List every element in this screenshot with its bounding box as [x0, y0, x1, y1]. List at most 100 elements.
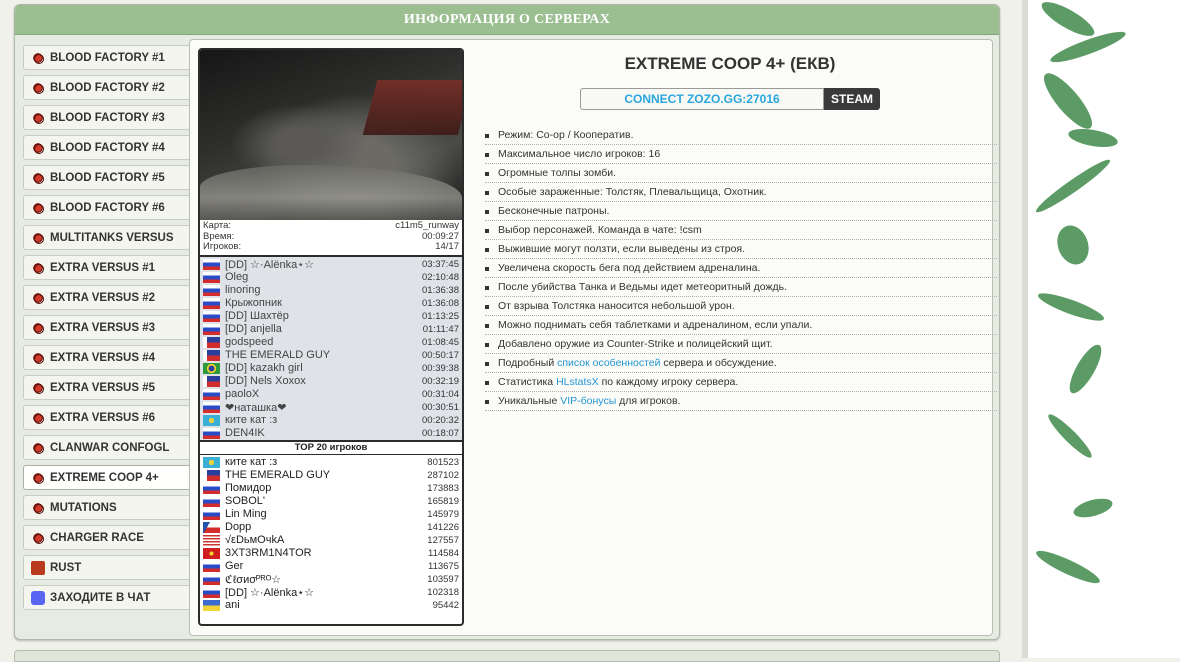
- flag-ru-icon: [203, 427, 220, 439]
- sidebar-item[interactable]: CHARGER RACE: [23, 525, 193, 550]
- hazard-icon: [31, 290, 45, 305]
- player-row: DEN4IK 00:18:07: [200, 427, 462, 440]
- flag-ru-icon: [203, 310, 220, 322]
- hazard-icon: [31, 50, 45, 65]
- player-time: 00:32:19: [422, 375, 459, 387]
- feature-item: Максимальное число игроков: 16: [485, 146, 997, 164]
- player-row: paoloX 00:31:04: [200, 388, 462, 401]
- sidebar-item[interactable]: BLOOD FACTORY #1: [23, 45, 193, 70]
- hazard-icon: [31, 530, 45, 545]
- hazard-icon: [31, 440, 45, 455]
- player-score: 113675: [428, 560, 459, 572]
- flag-ru-icon: [203, 258, 220, 270]
- feature-item: Выбор персонажей. Команда в чате: !csm: [485, 222, 997, 240]
- sidebar-item-label: EXTRA VERSUS #5: [50, 381, 156, 394]
- player-row: THE EMERALD GUY 287102: [200, 469, 462, 482]
- hazard-icon: [31, 230, 45, 245]
- player-row: [DD] ☆·Alёnka⋆☆ 102318: [200, 586, 462, 599]
- sidebar-item[interactable]: EXTREME COOP 4+: [23, 465, 193, 490]
- player-name: ℭℓσиσᴾᴿᴼ☆: [225, 573, 282, 586]
- sidebar-item[interactable]: BLOOD FACTORY #4: [23, 135, 193, 160]
- flag-ph-icon: [203, 375, 220, 387]
- player-name: Крыжопник: [225, 297, 282, 309]
- players-label: Игроков:: [203, 241, 242, 252]
- connect-box: CONNECT ZOZO.GG:27016 STEAM: [475, 88, 985, 110]
- steam-connect-button[interactable]: STEAM: [824, 88, 880, 110]
- player-time: 01:13:25: [422, 310, 459, 322]
- map-value: c11m5_runway: [395, 220, 459, 231]
- top-players-list: ките кат :з 801523 THE EMERALD GUY 287102 По…: [200, 454, 462, 612]
- sidebar-item-label: BLOOD FACTORY #6: [50, 201, 165, 214]
- sidebar-item-label: EXTREME COOP 4+: [50, 471, 159, 484]
- sidebar-item[interactable]: BLOOD FACTORY #3: [23, 105, 193, 130]
- player-row: Dopp 141226: [200, 521, 462, 534]
- sidebar-item[interactable]: RUST: [23, 555, 193, 580]
- flag-us-icon: [203, 534, 220, 546]
- features-list-link[interactable]: список особенностей: [557, 357, 660, 369]
- player-row: ките кат :з 00:20:32: [200, 414, 462, 427]
- player-name: Ger: [225, 560, 244, 572]
- player-name: ките кат :з: [225, 414, 278, 426]
- sidebar-item[interactable]: EXTRA VERSUS #4: [23, 345, 193, 370]
- sidebar-item[interactable]: CLANWAR CONFOGL: [23, 435, 193, 460]
- player-row: Oleg 02:10:48: [200, 271, 462, 284]
- flag-ru-icon: [203, 573, 220, 585]
- player-time: 01:08:45: [422, 336, 459, 348]
- feature-text: сервера и обсуждение.: [663, 357, 777, 369]
- sidebar-item-label: CLANWAR CONFOGL: [50, 441, 170, 454]
- player-time: 00:20:32: [422, 414, 459, 426]
- player-row: ani 95442: [200, 599, 462, 612]
- server-detail-panel: Карта: c11m5_runway Время: 00:09:27 Игроко…: [189, 39, 997, 636]
- player-name: SOBOL': [225, 495, 266, 507]
- sidebar-item[interactable]: ЗАХОДИТЕ В ЧАТ: [23, 585, 193, 610]
- server-title: EXTREME COOP 4+ (ЕКВ): [624, 54, 836, 73]
- hazard-icon: [31, 470, 45, 485]
- feature-item: Режим: Co-op / Кооператив.: [485, 127, 997, 145]
- hlstatsx-link[interactable]: HLstatsX: [556, 376, 599, 388]
- player-row: [DD] Шахтёр 01:13:25: [200, 310, 462, 323]
- player-row: [DD] ☆·Alёnka⋆☆ 03:37:45: [200, 258, 462, 271]
- player-row: SOBOL' 165819: [200, 495, 462, 508]
- sidebar-item[interactable]: EXTRA VERSUS #6: [23, 405, 193, 430]
- sidebar-item[interactable]: BLOOD FACTORY #6: [23, 195, 193, 220]
- player-name: Lin Ming: [225, 508, 267, 520]
- player-row: [DD] anjella 01:11:47: [200, 323, 462, 336]
- player-name: Помидор: [225, 482, 272, 494]
- feature-item: Особые зараженные: Толстяк, Плевальщица,…: [485, 184, 997, 202]
- feature-item: Бесконечные патроны.: [485, 203, 997, 221]
- sidebar-item[interactable]: BLOOD FACTORY #5: [23, 165, 193, 190]
- sidebar-item[interactable]: MUTATIONS: [23, 495, 193, 520]
- hazard-icon: [31, 140, 45, 155]
- flag-ru-icon: [203, 508, 220, 520]
- feature-item: После убийства Танка и Ведьмы идет метео…: [485, 279, 997, 297]
- sidebar-item-label: BLOOD FACTORY #3: [50, 111, 165, 124]
- player-time: 00:31:04: [422, 388, 459, 400]
- hazard-icon: [31, 350, 45, 365]
- flag-ru-icon: [203, 482, 220, 494]
- server-list: BLOOD FACTORY #1 BLOOD FACTORY #2 BLOOD FA…: [23, 45, 193, 615]
- sidebar-item[interactable]: MULTITANKS VERSUS: [23, 225, 193, 250]
- sidebar-item[interactable]: BLOOD FACTORY #2: [23, 75, 193, 100]
- player-name: Dopp: [225, 521, 252, 533]
- player-score: 114584: [428, 547, 459, 559]
- player-name: [DD] kazakh girl: [225, 362, 303, 374]
- sidebar-item-label: EXTRA VERSUS #3: [50, 321, 156, 334]
- player-name: ani: [225, 599, 240, 611]
- sidebar-item-label: EXTRA VERSUS #1: [50, 261, 156, 274]
- player-time: 03:37:45: [422, 258, 459, 270]
- sidebar-item[interactable]: EXTRA VERSUS #3: [23, 315, 193, 340]
- feature-text: Уникальные: [498, 395, 558, 407]
- connect-address-button[interactable]: CONNECT ZOZO.GG:27016: [580, 88, 824, 110]
- feature-item: Выжившие могут ползти, если выведены из …: [485, 241, 997, 259]
- player-name: √εDьмОчkA: [225, 534, 285, 546]
- sidebar-item-label: RUST: [50, 561, 82, 574]
- sidebar-item[interactable]: EXTRA VERSUS #1: [23, 255, 193, 280]
- page-title: ИНФОРМАЦИЯ О СЕРВЕРАХ: [15, 5, 999, 35]
- player-row: godspeed 01:08:45: [200, 336, 462, 349]
- vip-bonuses-link[interactable]: VIP-бонусы: [560, 395, 616, 407]
- flag-ph-icon: [203, 469, 220, 481]
- sidebar-item[interactable]: EXTRA VERSUS #5: [23, 375, 193, 400]
- sidebar-item[interactable]: EXTRA VERSUS #2: [23, 285, 193, 310]
- feature-item: Можно поднимать себя таблетками и адрена…: [485, 317, 997, 335]
- hazard-icon: [31, 410, 45, 425]
